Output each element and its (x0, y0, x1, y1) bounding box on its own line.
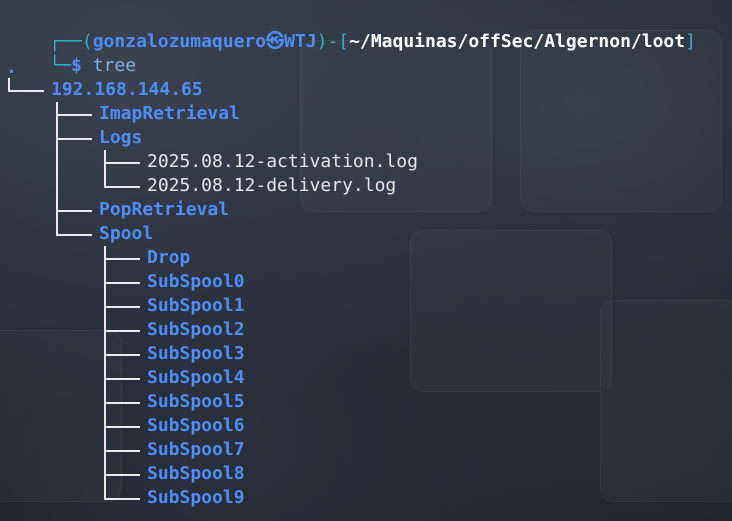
tree-dir-subspool4: SubSpool4 (147, 367, 245, 388)
prompt-path: ~/Maquinas/offSec/Algernon/loot (349, 31, 686, 52)
command-line[interactable]: └─$ tree (6, 30, 136, 76)
tree-file-activation-log: 2025.08.12-activation.log (147, 151, 418, 172)
tree-connector (56, 102, 58, 235)
wallpaper-key (600, 300, 732, 502)
tree-connector (56, 114, 92, 116)
tree-dir-subspool5: SubSpool5 (147, 391, 245, 412)
tree-dir-subspool6: SubSpool6 (147, 415, 245, 436)
command-text: tree (92, 55, 137, 76)
tree-dir-drop: Drop (147, 247, 191, 268)
tree-dir-subspool0: SubSpool0 (147, 271, 245, 292)
prompt-dollar: $ (71, 55, 82, 76)
tree-connector (104, 354, 140, 356)
prompt-host: WTJ (284, 31, 317, 52)
tree-connector (104, 450, 140, 452)
tree-dir-logs: Logs (99, 127, 143, 148)
tree-dir-subspool7: SubSpool7 (147, 439, 245, 460)
tree-connector (104, 498, 140, 500)
tree-connector (104, 474, 140, 476)
tree-connector (56, 138, 92, 140)
tree-connector (104, 162, 140, 164)
wallpaper-key (520, 30, 722, 212)
tree-dir-subspool8: SubSpool8 (147, 463, 245, 484)
tree-connector (56, 210, 92, 212)
tree-dir-subspool9: SubSpool9 (147, 487, 245, 508)
prompt-at-symbol: ㉿ (266, 31, 285, 52)
tree-connector (104, 378, 140, 380)
prompt-line: ┌──(gonzalozumaquero㉿WTJ)-[~/Maquinas/of… (6, 6, 696, 52)
tree-connector (8, 90, 44, 92)
prompt-frame-bottom: └─ (49, 55, 72, 76)
tree-connector (104, 306, 140, 308)
tree-dir-imapretrieval: ImapRetrieval (99, 103, 240, 124)
tree-connector (104, 330, 140, 332)
tree-file-delivery-log: 2025.08.12-delivery.log (147, 175, 397, 196)
tree-connector (104, 150, 106, 187)
tree-connector (104, 282, 140, 284)
tree-dir-subspool1: SubSpool1 (147, 295, 245, 316)
prompt-separator: )-[ (316, 31, 350, 52)
tree-connector (104, 258, 140, 260)
tree-root-dot: . (6, 57, 17, 78)
tree-connector (104, 426, 140, 428)
tree-dir-subspool3: SubSpool3 (147, 343, 245, 364)
tree-connector (104, 402, 140, 404)
wallpaper-key (410, 230, 612, 392)
tree-dir-popretrieval: PopRetrieval (99, 199, 230, 220)
prompt-path-close: ] (685, 31, 696, 52)
tree-dir-spool: Spool (99, 223, 154, 244)
tree-dir-subspool2: SubSpool2 (147, 319, 245, 340)
tree-connector (104, 186, 140, 188)
tree-connector (56, 234, 92, 236)
tree-dir-host: 192.168.144.65 (51, 79, 203, 100)
terminal-window[interactable]: ┌──(gonzalozumaquero㉿WTJ)-[~/Maquinas/of… (0, 0, 732, 521)
